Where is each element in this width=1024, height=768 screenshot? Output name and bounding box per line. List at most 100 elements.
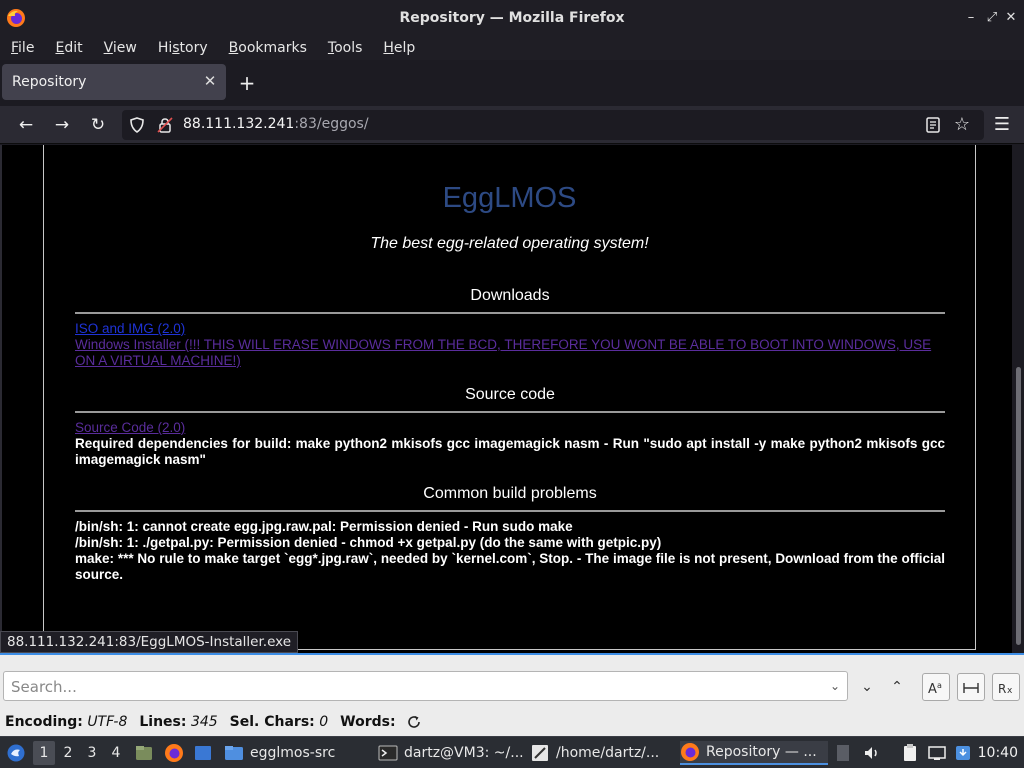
lines-value: 345 (190, 714, 218, 730)
menu-tools[interactable]: Tools (328, 40, 363, 56)
encoding-value: UTF-8 (87, 714, 128, 730)
minimize-button[interactable]: – (962, 9, 980, 27)
chevron-down-icon[interactable]: ⌄ (827, 678, 843, 694)
windows-installer-link[interactable]: Windows Installer (!!! THIS WILL ERASE W… (75, 337, 945, 369)
page-viewport: EggLMOS The best egg-related operating s… (0, 145, 1024, 653)
taskbar-app-label: /home/dartz/... (556, 745, 660, 761)
tab-repository[interactable]: Repository ✕ (2, 64, 226, 100)
source-code-link[interactable]: Source Code (2.0) (75, 420, 945, 436)
workspace-3[interactable]: 3 (81, 741, 103, 765)
file-manager-launcher-icon[interactable] (134, 743, 154, 763)
site-logo: EggLMOS (442, 182, 577, 214)
menu-view[interactable]: View (104, 40, 137, 56)
regex-toggle[interactable]: Rx (992, 673, 1020, 701)
cut-off-table-border (154, 145, 754, 148)
bookmark-star-icon[interactable]: ☆ (952, 115, 972, 135)
workspace-2[interactable]: 2 (57, 741, 79, 765)
divider (75, 312, 945, 314)
source-code-heading: Source code (465, 386, 555, 403)
start-menu-icon[interactable] (6, 743, 26, 763)
workspace-1[interactable]: 1 (33, 741, 55, 765)
build-problem-3: make: *** No rule to make target `egg*.j… (75, 551, 945, 582)
taskbar-app-label: dartz@VM3: ~/... (404, 745, 524, 761)
whole-word-icon (963, 683, 979, 693)
url-text[interactable]: 88.111.132.241:83/eggos/ (183, 116, 369, 132)
tracking-shield-icon[interactable] (128, 116, 146, 134)
firefox-icon (7, 9, 25, 27)
folder-icon (225, 746, 243, 760)
svg-text:R: R (998, 682, 1006, 696)
show-desktop-icon[interactable] (193, 743, 213, 763)
search-input[interactable]: Search... ⌄ (3, 671, 848, 701)
selchars-label: Sel. Chars: (229, 714, 315, 730)
taskbar-app-firefox[interactable]: Repository — ... (680, 741, 828, 765)
lines-label: Lines: (139, 714, 187, 730)
url-bar[interactable]: 88.111.132.241:83/eggos/ ☆ (122, 110, 984, 140)
menu-bar: File Edit View History Bookmarks Tools H… (0, 36, 1024, 60)
clipboard-icon[interactable] (900, 743, 920, 763)
taskbar: 1 2 3 4 egglmos-src dartz@VM3: ~/... /ho… (0, 736, 1024, 768)
taskbar-app-label: egglmos-src (250, 745, 336, 761)
find-next-button[interactable]: ⌄ (853, 673, 881, 701)
menu-edit[interactable]: Edit (55, 40, 82, 56)
close-tab-icon[interactable]: ✕ (202, 73, 218, 89)
svg-text:A: A (928, 682, 937, 696)
search-placeholder: Search... (11, 678, 77, 696)
network-icon[interactable] (927, 743, 947, 763)
hamburger-menu-icon[interactable]: ☰ (992, 115, 1012, 135)
update-notifier-icon[interactable] (953, 743, 973, 763)
window-title: Repository — Mozilla Firefox (399, 10, 625, 26)
taskbar-app-label: Repository — ... (706, 744, 817, 760)
forward-button[interactable]: → (51, 114, 73, 136)
volume-icon[interactable] (862, 743, 882, 763)
divider (75, 411, 945, 413)
refresh-icon[interactable] (406, 714, 422, 730)
menu-file[interactable]: File (11, 40, 34, 56)
iso-img-download-link[interactable]: ISO and IMG (2.0) (75, 321, 945, 337)
scrollbar-thumb[interactable] (1016, 367, 1021, 645)
reader-view-icon[interactable] (924, 116, 942, 134)
clock: 10:40 (977, 745, 1018, 761)
build-problem-1: /bin/sh: 1: cannot create egg.jpg.raw.pa… (75, 519, 573, 534)
svg-text:x: x (1007, 686, 1013, 696)
firefox-icon (681, 743, 699, 761)
maximize-button[interactable]: ⤢ (983, 9, 1001, 27)
window-titlebar: Repository — Mozilla Firefox – ⤢ ✕ (0, 0, 1024, 36)
taskbar-app-text-editor[interactable]: /home/dartz/... (530, 741, 675, 765)
new-tab-button[interactable]: + (236, 72, 258, 94)
insecure-lock-icon[interactable] (156, 116, 174, 134)
page-content-box: EggLMOS The best egg-related operating s… (43, 145, 976, 650)
build-problems-heading: Common build problems (423, 485, 597, 502)
menu-bookmarks[interactable]: Bookmarks (229, 40, 307, 56)
find-previous-button[interactable]: ⌃ (883, 673, 911, 701)
editor-status-bar: Encoding: UTF-8 Lines: 345 Sel. Chars: 0… (0, 708, 1024, 736)
back-button[interactable]: ← (15, 114, 37, 136)
menu-help[interactable]: Help (383, 40, 415, 56)
link-status-tooltip: 88.111.132.241:83/EggLMOS-Installer.exe (0, 631, 299, 653)
text-editor-icon (532, 745, 548, 761)
taskbar-app-terminal[interactable]: dartz@VM3: ~/... (378, 741, 526, 765)
navigation-bar: ← → ↻ 88.111.132.241:83/eggos/ ☆ ☰ (0, 106, 1024, 144)
words-label: Words: (340, 714, 396, 730)
reload-button[interactable]: ↻ (87, 114, 109, 136)
tab-label: Repository (12, 74, 87, 90)
firefox-launcher-icon[interactable] (164, 743, 184, 763)
tab-bar: Repository ✕ + (0, 60, 1024, 106)
build-problem-2: /bin/sh: 1: ./getpal.py: Permission deni… (75, 535, 662, 550)
svg-text:a: a (937, 681, 942, 690)
taskbar-app-file-manager[interactable]: egglmos-src (224, 741, 372, 765)
selchars-value: 0 (319, 714, 329, 730)
workspace-4[interactable]: 4 (105, 741, 127, 765)
terminal-icon (378, 745, 398, 761)
menu-history[interactable]: History (158, 40, 208, 56)
close-window-button[interactable]: ✕ (1002, 9, 1020, 27)
whole-word-toggle[interactable] (957, 673, 985, 701)
tray-separator-icon (837, 745, 849, 761)
page-scrollbar[interactable] (1012, 145, 1024, 653)
encoding-label: Encoding: (5, 714, 83, 730)
regex-icon: Rx (998, 682, 1013, 696)
match-case-toggle[interactable]: Aa (922, 673, 950, 701)
downloads-heading: Downloads (470, 287, 550, 304)
editor-search-bar: Search... ⌄ ⌄ ⌃ Aa Rx (0, 653, 1024, 708)
dependencies-text: Required dependencies for build: make py… (75, 436, 945, 467)
